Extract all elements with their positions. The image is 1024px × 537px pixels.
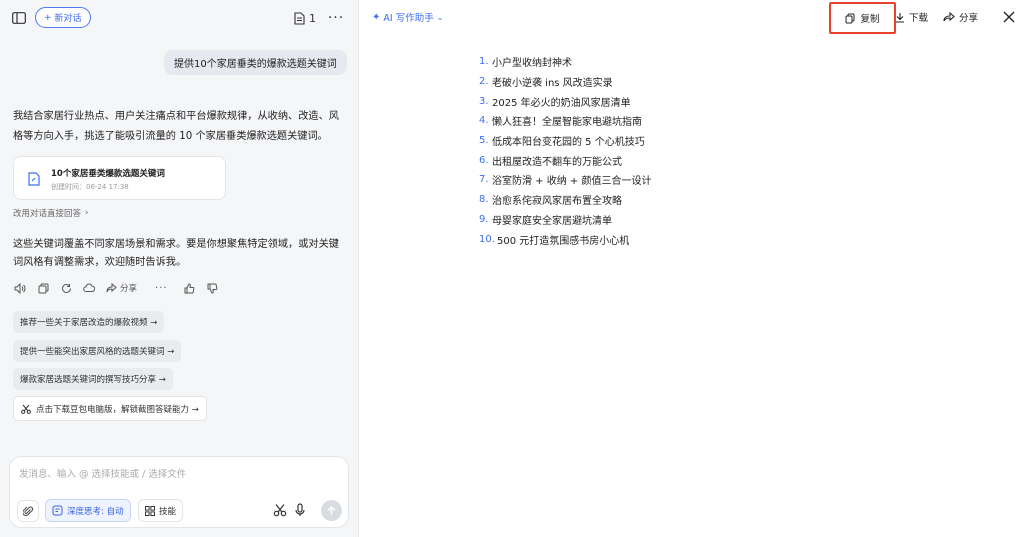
message-actions: 分享 ··· [14,281,230,295]
copy-icon [845,13,855,23]
file-edit-icon [28,172,40,186]
list-text: 出租屋改造不翻车的万能公式 [492,156,622,168]
regenerate-icon[interactable] [60,282,72,294]
list-number: 8. [479,194,489,206]
share-label: 分享 [959,13,979,24]
suggestion-chip[interactable]: 爆款家居选题关键词的撰写技巧分享 → [13,368,173,390]
download-pc-label: 点击下载豆包电脑版，解锁截图答疑能力 → [36,404,199,415]
list-text: 低成本阳台变花园的 5 个心机技巧 [492,137,645,149]
list-item: 8. 治愈系侘寂风家居布置全攻略 [479,190,651,210]
document-share-button[interactable]: 分享 [943,10,978,24]
suggestion-chip[interactable]: 推荐一些关于家居改造的爆款视频 → [13,311,165,333]
document-count: 1 [309,11,316,25]
screenshot-scissors-icon[interactable] [273,503,287,517]
copy-icon[interactable] [37,282,49,294]
list-number: 9. [479,213,489,225]
list-number: 1. [479,56,489,68]
document-pane: ✦ AI 写作助手 ⌄ 复制 下载 分享 1. 小户型收纳封神术 2. 老破小逆袭 … [360,0,1024,537]
grid-icon [145,505,155,516]
list-item: 9. 母婴家庭安全家居避坑清单 [479,210,651,230]
close-icon[interactable] [1002,10,1016,24]
list-text: 500 元打造氛围感书房小心机 [497,235,630,247]
list-text: 老破小逆袭 ins 风改造实录 [492,78,613,90]
list-item: 7. 浴室防滑 + 收纳 + 颜值三合一设计 [479,170,651,190]
message-composer: 发消息、输入 @ 选择技能或 / 选择文件 深度思考: 自动 技能 [9,456,349,528]
user-message: 提供10个家居垂类的爆款选题关键词 [164,50,347,75]
list-number: 7. [479,174,489,186]
document-card-title: 10个家居垂类爆款选题关键词 [51,169,165,179]
thumbs-down-icon[interactable] [207,282,219,294]
document-card[interactable]: 10个家居垂类爆款选题关键词 创建时间：06-24 17:38 [13,156,226,200]
copy-button[interactable]: 复制 [829,2,896,34]
list-item: 10. 500 元打造氛围感书房小心机 [479,229,651,249]
keyword-list: 1. 小户型收纳封神术 2. 老破小逆袭 ins 风改造实录 3. 2025 年必火的… [479,52,651,249]
list-text: 2025 年必火的奶油风家居清单 [492,97,631,109]
new-chat-label: 新对话 [54,14,82,24]
list-item: 1. 小户型收纳封神术 [479,52,651,72]
new-chat-button[interactable]: + 新对话 [35,7,91,28]
list-text: 母婴家庭安全家居避坑清单 [492,215,612,227]
speaker-icon[interactable] [14,282,26,294]
document-card-time: 创建时间：06-24 17:38 [51,183,129,191]
thumbs-up-icon[interactable] [184,282,196,294]
chevron-down-icon: ⌄ [436,12,444,22]
assistant-reply-intro: 我结合家居行业热点、用户关注痛点和平台爆款规律，从收纳、改造、风格等方向入手，挑… [13,111,339,142]
more-actions-icon[interactable]: ··· [155,283,168,294]
skills-label: 技能 [159,506,177,517]
list-text: 小户型收纳封神术 [492,58,572,70]
list-text: 懒人狂喜！全屋智能家电避坑指南 [492,117,642,129]
download-pc-promo[interactable]: 点击下载豆包电脑版，解锁截图答疑能力 → [13,396,207,421]
cloud-icon[interactable] [83,282,95,294]
attachment-button[interactable] [17,500,39,522]
list-text: 治愈系侘寂风家居布置全攻略 [492,196,622,208]
download-label: 下载 [909,13,929,24]
list-number: 5. [479,135,489,147]
chevron-right-icon: › [85,208,89,218]
sidebar-toggle-icon[interactable] [10,9,28,27]
suggestion-chip[interactable]: 提供一些能突出家居风格的选题关键词 → [13,340,182,362]
skills-button[interactable]: 技能 [138,499,184,522]
sparkle-icon: ✦ [372,11,381,23]
more-icon[interactable]: ··· [328,9,344,27]
message-input[interactable]: 发消息、输入 @ 选择技能或 / 选择文件 [19,466,186,480]
deep-think-toggle[interactable]: 深度思考: 自动 [45,499,131,522]
paperclip-icon [23,506,33,516]
list-item: 3. 2025 年必火的奶油风家居清单 [479,91,651,111]
change-reply-link[interactable]: 改用对话直接回答 › [13,207,88,219]
list-item: 4. 懒人狂喜！全屋智能家电避坑指南 [479,111,651,131]
ai-writing-assistant-menu[interactable]: ✦ AI 写作助手 ⌄ [372,10,444,25]
assistant-reply-outro: 这些关键词覆盖不同家居场景和需求。要是你想聚焦特定领域，或对关键词风格有调整需求… [13,239,339,268]
list-text: 浴室防滑 + 收纳 + 颜值三合一设计 [492,176,652,188]
list-number: 3. [479,95,489,107]
list-number: 2. [479,76,489,88]
change-reply-label: 改用对话直接回答 [13,209,82,219]
arrow-up-icon [327,505,336,515]
list-item: 5. 低成本阳台变花园的 5 个心机技巧 [479,131,651,151]
list-item: 6. 出租屋改造不翻车的万能公式 [479,150,651,170]
assistant-label: AI 写作助手 [383,13,434,24]
document-icon [294,11,305,25]
download-icon [896,12,904,23]
list-number: 4. [479,115,489,127]
deep-think-label: 深度思考: 自动 [67,506,124,517]
brain-icon [52,505,63,516]
share-button[interactable]: 分享 [106,282,137,294]
share-icon [943,12,955,22]
share-icon [106,283,117,293]
send-button[interactable] [321,500,342,521]
list-number: 10. [479,233,495,245]
list-number: 6. [479,154,489,166]
scissors-icon [21,404,31,414]
share-label: 分享 [120,284,138,294]
chat-pane: + 新对话 1 ··· 提供10个家居垂类的爆款选题关键词 我结合家居行业热点、… [0,0,359,537]
list-item: 2. 老破小逆袭 ins 风改造实录 [479,72,651,92]
plus-icon: + [44,12,52,23]
chat-toolbar: + 新对话 1 ··· [0,0,359,36]
document-count-button[interactable]: 1 [294,9,316,27]
copy-label: 复制 [860,14,880,25]
download-button[interactable]: 下载 [895,10,928,24]
microphone-icon[interactable] [293,503,307,517]
